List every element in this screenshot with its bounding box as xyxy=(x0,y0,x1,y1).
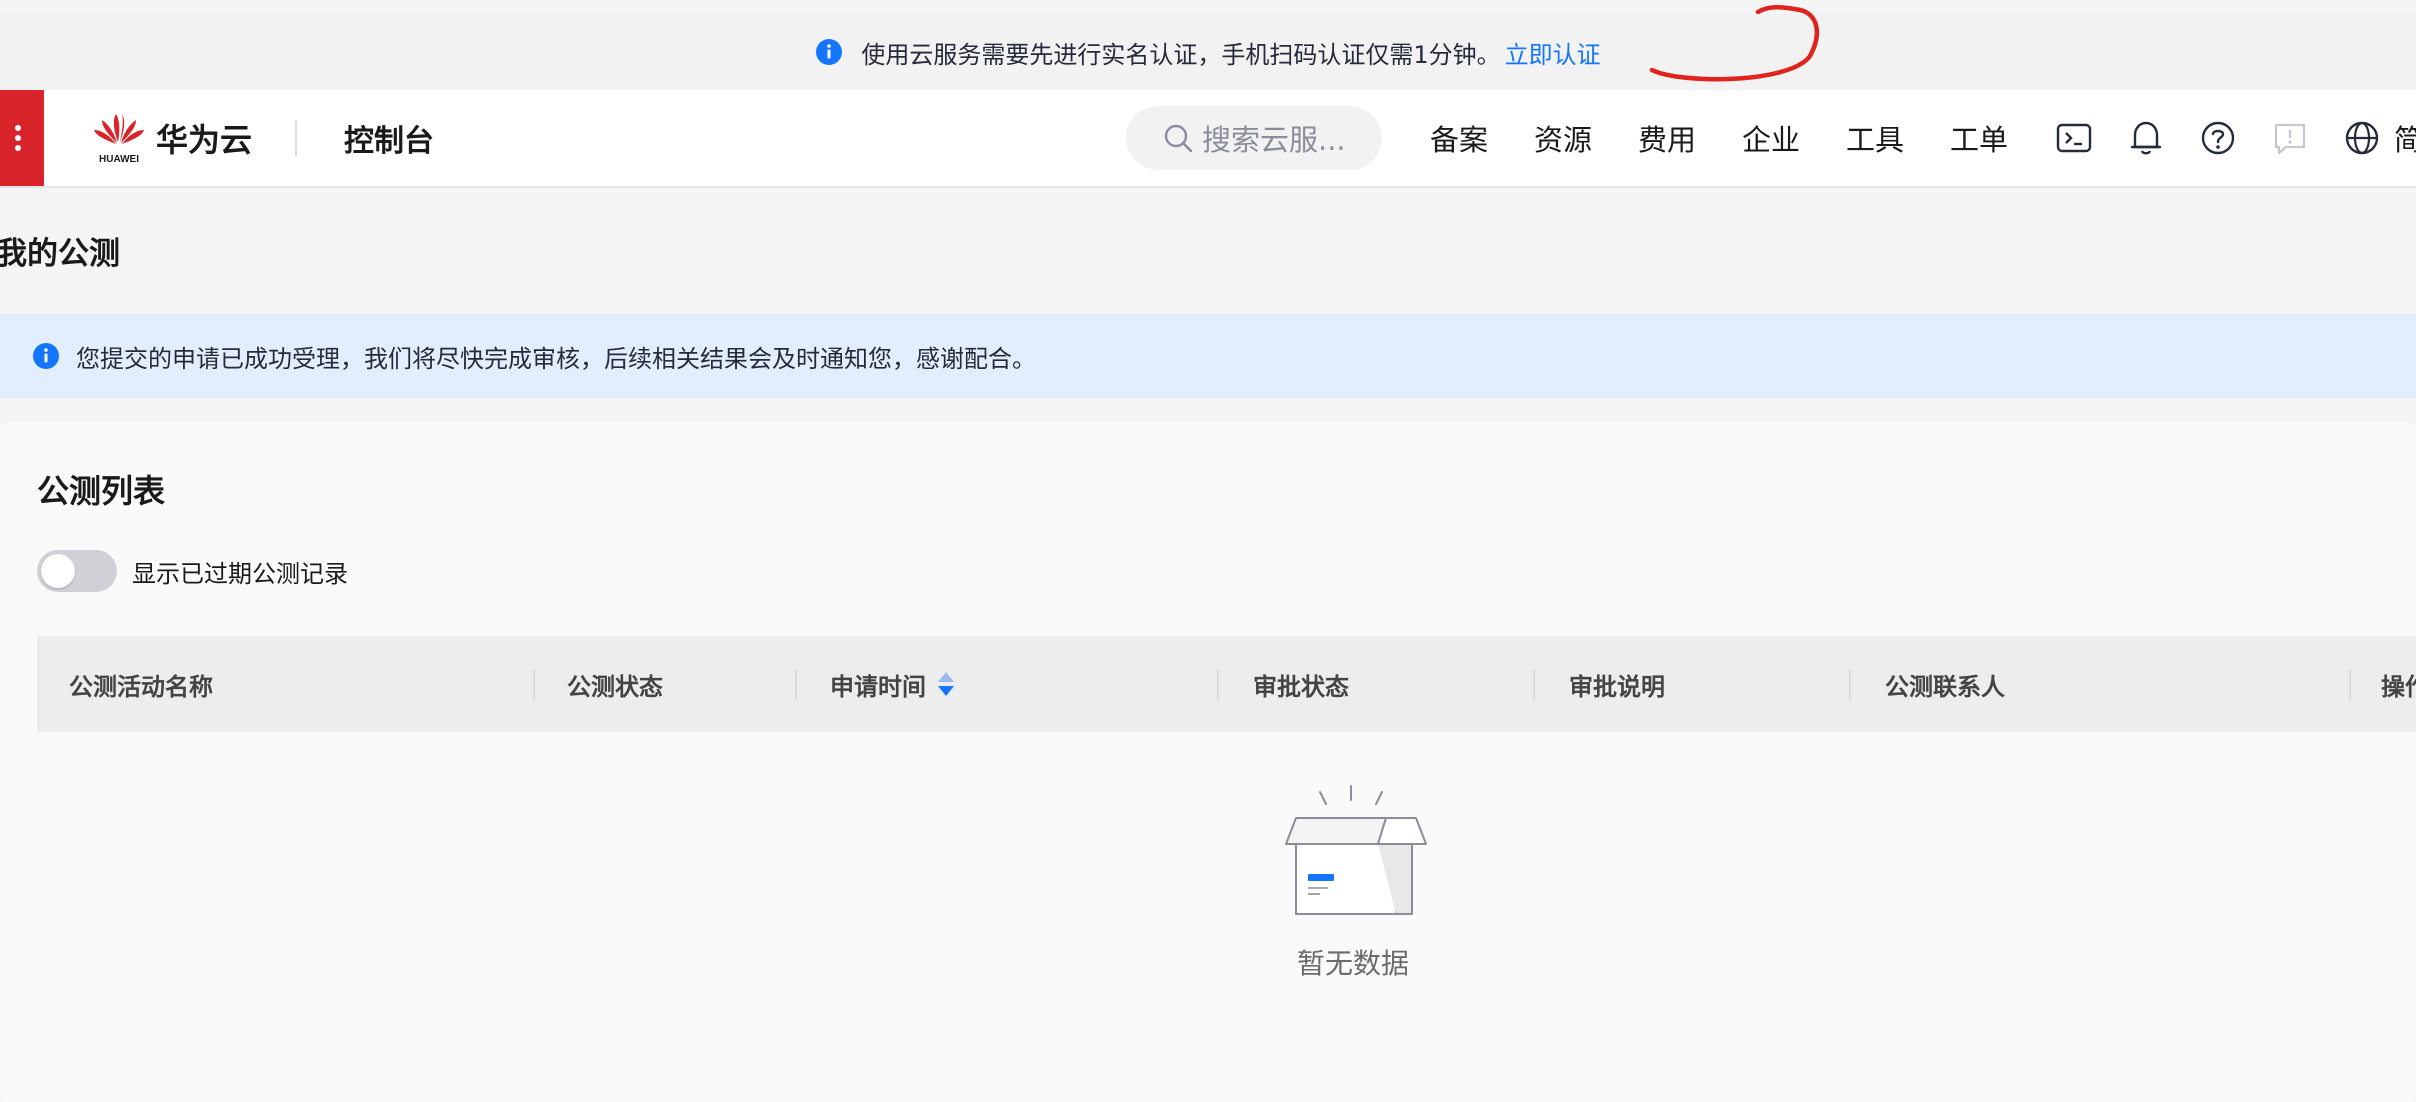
globe-icon xyxy=(2345,121,2379,155)
terminal-icon xyxy=(2056,123,2092,153)
application-info-banner: 您提交的申请已成功受理，我们将尽快完成审核，后续相关结果会及时通知您，感谢配合。 xyxy=(0,314,2416,398)
terminal-button[interactable] xyxy=(2052,116,2096,160)
column-divider xyxy=(533,670,535,700)
list-title: 公测列表 xyxy=(37,472,166,510)
grid-menu-icon xyxy=(15,125,21,151)
col-apply-time[interactable]: 申请时间 xyxy=(830,636,956,732)
search-placeholder: 搜索云服... xyxy=(1202,123,1346,157)
info-icon xyxy=(33,343,59,369)
bell-icon xyxy=(2130,121,2162,155)
col-contact: 公测联系人 xyxy=(1885,672,2005,701)
col-approval-status: 审批状态 xyxy=(1253,672,1349,701)
column-divider xyxy=(2349,670,2351,700)
sort-icon[interactable] xyxy=(936,670,956,698)
show-expired-toggle[interactable] xyxy=(37,550,117,592)
search-box[interactable]: 搜索云服... xyxy=(1126,106,1382,170)
notice-text: 使用云服务需要先进行实名认证，手机扫码认证仅需1分钟。 xyxy=(861,40,1501,69)
console-title[interactable]: 控制台 xyxy=(344,90,434,186)
table-header: 公测活动名称 公测状态 申请时间 审批状态 审批说明 公测联系人 操作 xyxy=(37,636,2416,732)
empty-state-text: 暂无数据 xyxy=(1296,947,1409,980)
show-expired-label: 显示已过期公测记录 xyxy=(132,559,348,588)
language-label[interactable]: 简 xyxy=(2394,90,2416,186)
toggle-knob xyxy=(41,554,75,588)
nav-billing[interactable]: 费用 xyxy=(1638,90,1696,186)
column-divider xyxy=(1217,670,1219,700)
beta-list-panel: 公测列表 显示已过期公测记录 公测活动名称 公测状态 申请时间 审批状态 审批说… xyxy=(0,422,2416,1102)
language-button[interactable] xyxy=(2340,116,2384,160)
col-actions: 操作 xyxy=(2381,672,2416,701)
header-divider xyxy=(295,120,297,156)
search-icon xyxy=(1164,124,1193,153)
feedback-button[interactable] xyxy=(2268,116,2312,160)
nav-filing[interactable]: 备案 xyxy=(1430,90,1488,186)
column-divider xyxy=(1849,670,1851,700)
col-apply-time-label: 申请时间 xyxy=(830,672,926,701)
nav-tickets[interactable]: 工单 xyxy=(1950,90,2008,186)
col-activity-name: 公测活动名称 xyxy=(69,672,213,701)
banner-text: 您提交的申请已成功受理，我们将尽快完成审核，后续相关结果会及时通知您，感谢配合。 xyxy=(76,344,1036,373)
empty-box-icon xyxy=(1285,785,1427,915)
huawei-logo[interactable]: HUAWEI xyxy=(90,110,148,166)
column-divider xyxy=(1533,670,1535,700)
nav-resources[interactable]: 资源 xyxy=(1534,90,1592,186)
nav-enterprise[interactable]: 企业 xyxy=(1742,90,1800,186)
info-icon xyxy=(816,39,843,65)
top-navbar: HUAWEI 华为云 控制台 搜索云服... 备案 资源 费用 企业 工具 工单 xyxy=(0,90,2416,188)
brand-name[interactable]: 华为云 xyxy=(156,90,252,186)
notifications-button[interactable] xyxy=(2124,116,2168,160)
realname-notice-bar: 使用云服务需要先进行实名认证，手机扫码认证仅需1分钟。 立即认证 xyxy=(0,14,2416,90)
service-menu-button[interactable] xyxy=(0,90,44,186)
col-approval-notes: 审批说明 xyxy=(1569,672,1665,701)
column-divider xyxy=(795,670,797,700)
help-icon xyxy=(2201,121,2235,155)
svg-text:HUAWEI: HUAWEI xyxy=(99,154,139,165)
nav-tools[interactable]: 工具 xyxy=(1846,90,1904,186)
verify-now-link[interactable]: 立即认证 xyxy=(1505,35,1601,70)
help-button[interactable] xyxy=(2196,116,2240,160)
col-beta-status: 公测状态 xyxy=(567,672,663,701)
feedback-icon xyxy=(2274,123,2306,155)
page-title: 我的公测 xyxy=(0,236,120,272)
